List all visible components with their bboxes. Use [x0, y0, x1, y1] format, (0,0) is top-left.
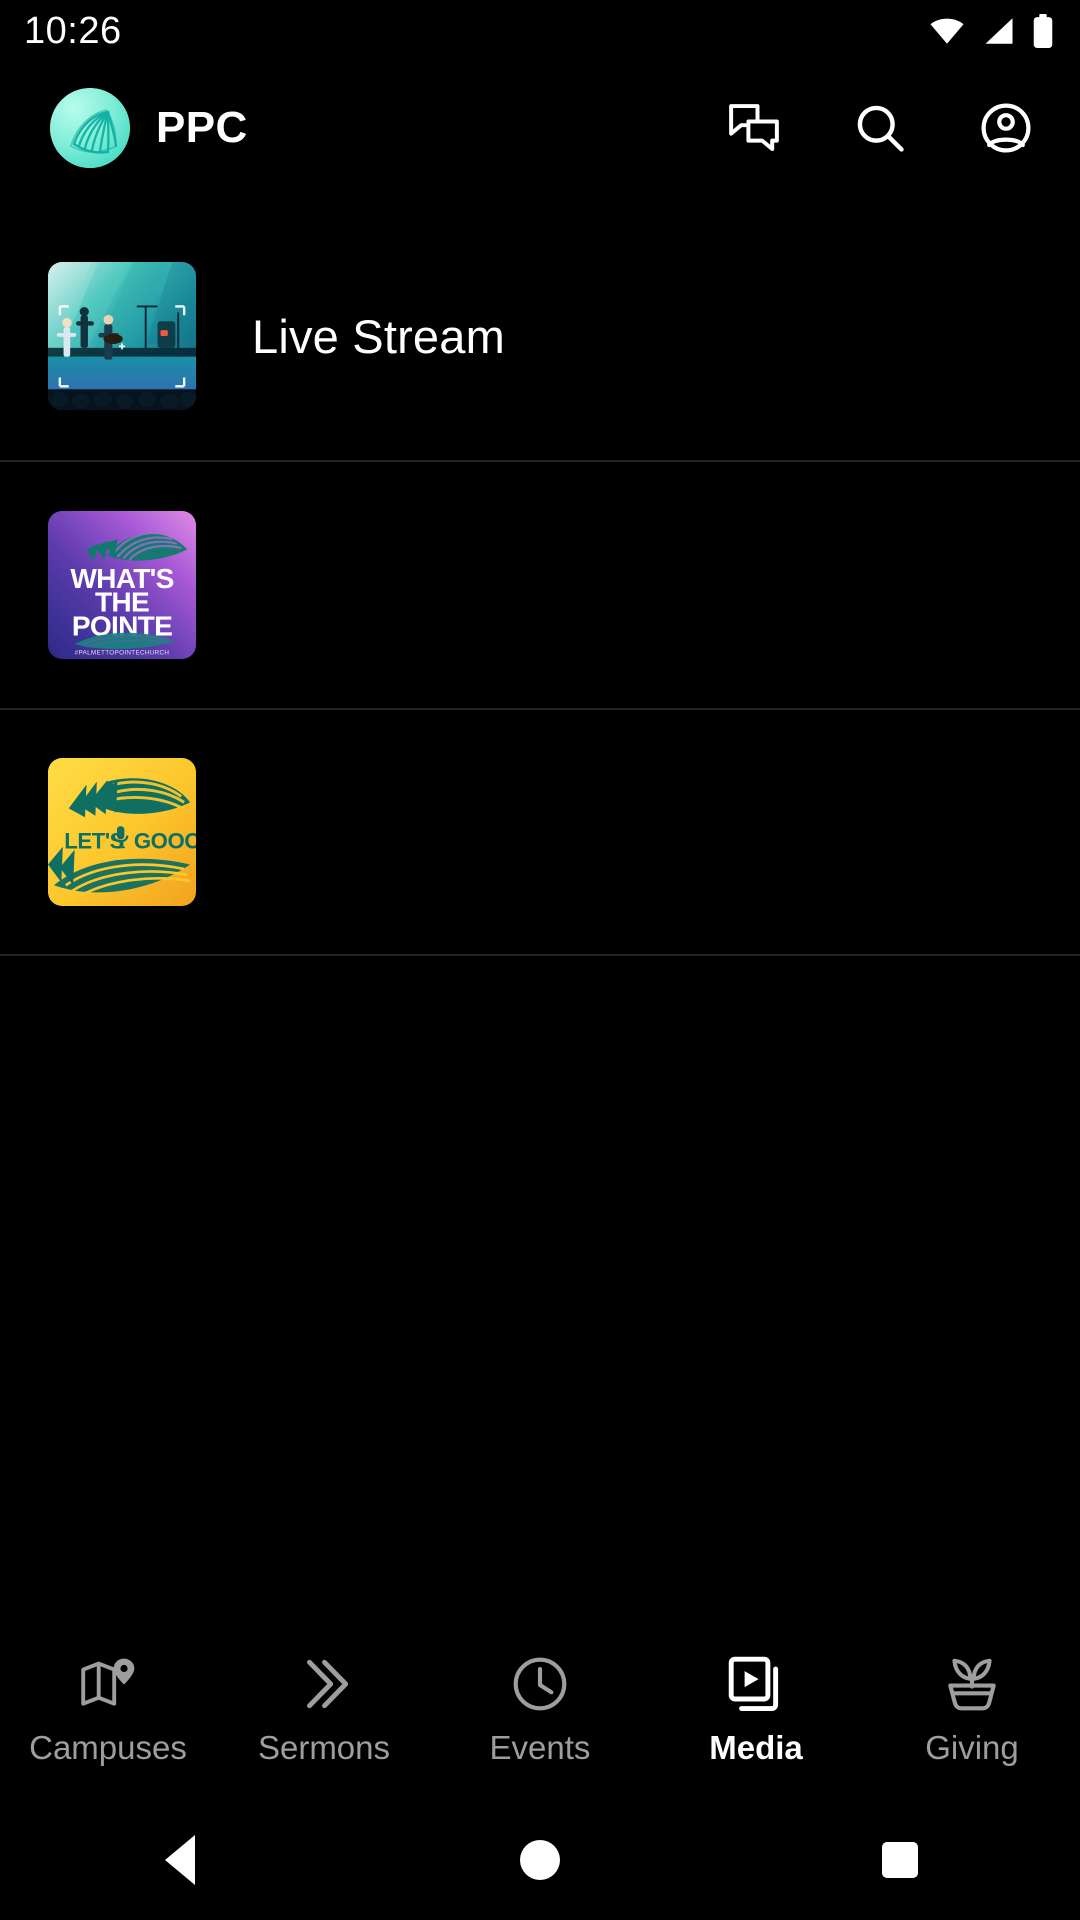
- bottom-tab-bar: Campuses Sermons Events Media Giving: [0, 1620, 1080, 1800]
- square-recents-icon: [882, 1842, 918, 1878]
- tab-label: Campuses: [29, 1729, 187, 1766]
- svg-text:GOOOO!: GOOOO!: [134, 828, 196, 853]
- tab-sermons[interactable]: Sermons: [224, 1653, 424, 1767]
- map-pin-icon: [81, 1658, 135, 1706]
- double-chevron-right-icon: [307, 1659, 349, 1709]
- app-title: PPC: [156, 103, 248, 152]
- app-bar: PPC: [0, 78, 1080, 178]
- home-button[interactable]: [460, 1840, 620, 1880]
- clock-icon: [513, 1657, 567, 1711]
- svg-text:#PALMETTOPOINTECHURCH: #PALMETTOPOINTECHURCH: [75, 650, 170, 657]
- list-item[interactable]: LET'S GOOOO!: [0, 708, 1080, 956]
- media-item-title: Live Stream: [252, 309, 505, 363]
- status-bar: 10:26: [0, 0, 1080, 62]
- svg-text:LET'S: LET'S: [64, 828, 124, 853]
- tab-label: Sermons: [257, 1729, 391, 1766]
- brand-block[interactable]: PPC: [50, 88, 248, 168]
- account-circle-icon[interactable]: [978, 100, 1034, 156]
- tab-media[interactable]: Media: [656, 1653, 856, 1767]
- palmetto-frond-logo-icon[interactable]: [50, 88, 130, 168]
- recents-button[interactable]: [820, 1842, 980, 1878]
- media-list: Live Stream WHAT'S THE POINTE #PALMETTOP…: [0, 212, 1080, 956]
- back-button[interactable]: [100, 1835, 260, 1885]
- battery-icon: [1033, 14, 1053, 48]
- video-library-icon: [728, 1656, 779, 1711]
- tab-label: Events: [489, 1729, 591, 1766]
- status-clock: 10:26: [24, 10, 122, 52]
- tab-events[interactable]: Events: [440, 1653, 640, 1767]
- triangle-back-icon: [165, 1835, 195, 1885]
- circle-home-icon: [520, 1840, 560, 1880]
- list-item[interactable]: WHAT'S THE POINTE #PALMETTOPOINTECHURCH: [0, 460, 1080, 708]
- whats-the-pointe-thumbnail[interactable]: WHAT'S THE POINTE #PALMETTOPOINTECHURCH: [48, 511, 196, 659]
- lets-goooo-thumbnail[interactable]: LET'S GOOOO!: [48, 758, 196, 906]
- app-bar-actions: [726, 100, 1054, 156]
- chat-bubbles-icon[interactable]: [726, 100, 782, 156]
- cell-signal-icon: [985, 18, 1013, 44]
- search-icon[interactable]: [852, 100, 908, 156]
- android-system-nav: [0, 1800, 1080, 1920]
- tab-label: Media: [709, 1729, 803, 1766]
- tab-label: Giving: [925, 1729, 1019, 1766]
- list-item[interactable]: Live Stream: [0, 212, 1080, 460]
- status-icon-group: [928, 14, 1054, 48]
- tab-giving[interactable]: Giving: [872, 1653, 1072, 1767]
- tab-campuses[interactable]: Campuses: [8, 1653, 208, 1767]
- live-stream-thumbnail[interactable]: [48, 262, 196, 410]
- sprout-pot-icon: [948, 1658, 996, 1711]
- wifi-icon: [930, 18, 964, 44]
